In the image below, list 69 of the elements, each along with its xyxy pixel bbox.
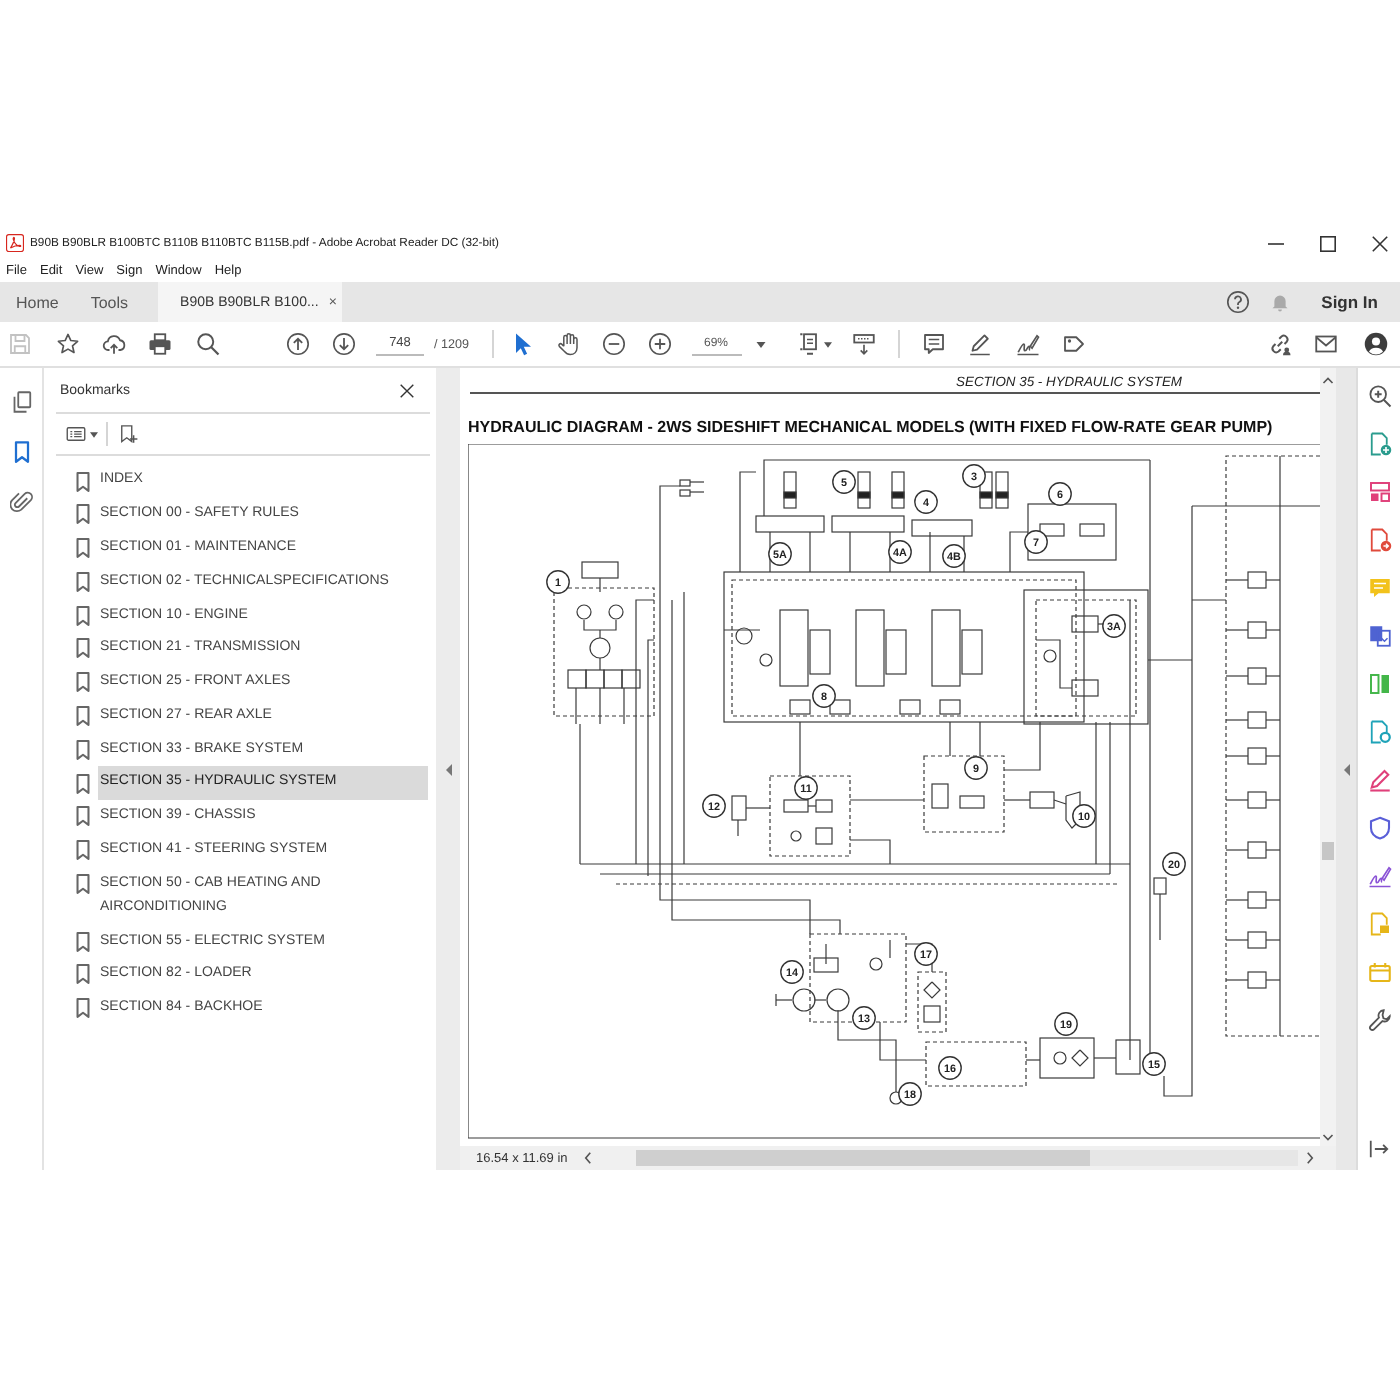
tag-icon[interactable] — [1061, 332, 1086, 356]
zoom-out-icon[interactable] — [601, 332, 626, 356]
left-triangle-icon[interactable] — [445, 763, 451, 775]
document-plus-icon[interactable] — [1367, 432, 1391, 456]
paperclip-icon[interactable] — [9, 490, 33, 514]
search-icon[interactable] — [196, 332, 220, 356]
bookmark-plus-icon[interactable] — [118, 424, 138, 444]
caret-down-icon[interactable] — [755, 341, 766, 347]
close-icon[interactable] — [1372, 235, 1388, 251]
bookmark-icon — [76, 840, 90, 861]
document-circle-icon[interactable] — [1367, 720, 1391, 744]
bookmark-icon — [76, 605, 90, 626]
horizontal-scrollbar[interactable] — [635, 1150, 1298, 1166]
bookmark-icon — [76, 739, 90, 760]
bookmark-icon — [76, 571, 90, 592]
print-icon[interactable] — [148, 332, 172, 356]
bookmark-icon — [76, 672, 90, 693]
nav-tab[interactable]: Home — [0, 282, 75, 322]
vertical-scrollbar[interactable] — [1320, 368, 1336, 1146]
sign-in-button[interactable]: Sign In — [1321, 292, 1378, 312]
bookmark-icon — [76, 538, 90, 559]
bookmark-icon — [76, 964, 90, 985]
nav-tab[interactable]: Tools — [74, 282, 145, 322]
wrench-icon[interactable] — [1367, 1008, 1391, 1032]
mail-icon[interactable] — [1314, 332, 1338, 356]
pen-icon[interactable] — [967, 332, 992, 356]
arrow-down-circle-icon[interactable] — [332, 332, 356, 356]
maximize-icon[interactable] — [1320, 235, 1336, 251]
zoom-in-icon[interactable] — [647, 332, 672, 356]
cloud-upload-icon[interactable] — [102, 332, 126, 356]
bookmark-icon — [76, 773, 90, 794]
link-person-icon[interactable] — [1268, 332, 1292, 356]
caret-down-icon[interactable] — [90, 431, 98, 437]
bookmark-icon[interactable] — [9, 440, 33, 464]
signature-icon[interactable] — [1015, 332, 1040, 356]
comment-icon[interactable] — [921, 332, 946, 356]
bookmark-icon — [76, 806, 90, 827]
signature-icon[interactable] — [1367, 864, 1391, 888]
bookmark-icon — [76, 705, 90, 726]
star-icon[interactable] — [56, 332, 80, 356]
caret-down-icon[interactable] — [823, 341, 832, 347]
scroll-mode-icon[interactable] — [851, 332, 876, 356]
shield-icon[interactable] — [1367, 816, 1391, 840]
bookmark-icon — [76, 998, 90, 1019]
document-export-icon[interactable] — [1367, 528, 1391, 552]
bookmark-icon — [76, 504, 90, 525]
pages-icon[interactable] — [9, 390, 33, 414]
help-icon[interactable] — [1225, 290, 1250, 314]
bookmark-icon — [76, 873, 90, 894]
bookmark-icon — [76, 931, 90, 952]
bar-arrow-right-icon[interactable] — [1368, 1138, 1390, 1160]
close-icon[interactable] — [400, 383, 414, 397]
scrollbar-thumb[interactable] — [1322, 842, 1334, 860]
scrollbar-thumb[interactable] — [635, 1150, 1090, 1166]
list-options-icon[interactable] — [66, 424, 86, 444]
bookmark-icon — [76, 638, 90, 659]
account-icon[interactable] — [1364, 332, 1388, 356]
arrow-up-circle-icon[interactable] — [286, 332, 310, 356]
fit-page-icon[interactable] — [797, 332, 822, 356]
zoom-in-icon[interactable] — [1367, 384, 1391, 408]
hand-icon[interactable] — [555, 332, 580, 356]
diagram-title: HYDRAULIC DIAGRAM - 2WS SIDESHIFT MECHANICAL MODELS (WITH FIXED FLOW-RATE GEAR PUMP) — [468, 420, 1275, 436]
columns-icon[interactable] — [1367, 672, 1391, 696]
app-logo-icon — [6, 234, 24, 252]
bookmark-icon — [76, 471, 90, 491]
pen-icon[interactable] — [1367, 768, 1391, 792]
left-triangle-icon[interactable] — [1343, 763, 1349, 775]
documents-icon[interactable] — [1367, 624, 1391, 648]
layout-icon[interactable] — [1367, 480, 1391, 504]
